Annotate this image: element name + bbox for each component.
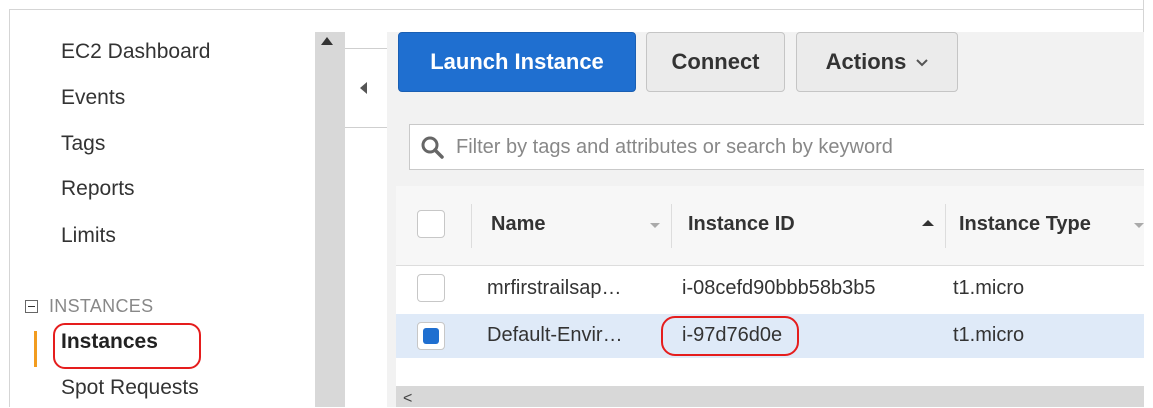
- table-horizontal-scrollbar[interactable]: <: [396, 386, 1144, 407]
- table-header: Name Instance ID Instance Type: [396, 186, 1144, 266]
- connect-label: Connect: [671, 49, 760, 74]
- window-border-top: [0, 0, 1153, 10]
- sidebar-item-spot-requests[interactable]: Spot Requests: [61, 376, 199, 400]
- chevron-left-icon[interactable]: <: [403, 390, 412, 408]
- select-all-checkbox[interactable]: [417, 210, 445, 238]
- sort-down-icon[interactable]: [650, 223, 660, 228]
- window-border-right: [1143, 0, 1153, 407]
- column-separator: [671, 204, 672, 248]
- annotation-highlight-instance-id: [661, 316, 799, 356]
- sidebar-nav: EC2 Dashboard Events Tags Reports Limits…: [10, 10, 315, 407]
- sidebar-item-limits[interactable]: Limits: [61, 224, 116, 248]
- cell-name: mrfirstrailsap…: [487, 277, 622, 299]
- column-separator: [471, 204, 472, 248]
- column-header-name[interactable]: Name: [491, 213, 545, 236]
- active-indicator: [34, 331, 37, 367]
- column-header-instance-id[interactable]: Instance ID: [688, 213, 795, 236]
- chevron-left-icon[interactable]: [360, 82, 367, 94]
- cell-instance-type: t1.micro: [953, 324, 1025, 346]
- sidebar-item-reports[interactable]: Reports: [61, 177, 135, 201]
- row-checkbox[interactable]: [417, 274, 445, 302]
- sidebar-item-tags[interactable]: Tags: [61, 132, 105, 156]
- instances-table: Name Instance ID Instance Type mrfirstra…: [396, 186, 1144, 407]
- sort-up-icon[interactable]: [922, 220, 934, 226]
- sidebar-item-ec2-dashboard[interactable]: EC2 Dashboard: [61, 40, 210, 64]
- chevron-down-icon: [916, 54, 929, 70]
- launch-instance-button[interactable]: Launch Instance: [398, 32, 636, 92]
- search-input[interactable]: [454, 134, 1098, 160]
- column-separator: [945, 204, 946, 248]
- window-border-left: [0, 9, 10, 407]
- row-checkbox-checked[interactable]: [417, 322, 445, 350]
- connect-button[interactable]: Connect: [646, 32, 785, 92]
- actions-label: Actions: [825, 49, 907, 74]
- cell-instance-id: i-08cefd90bbb58b3b5: [682, 277, 876, 299]
- sidebar-section-instances[interactable]: INSTANCES: [25, 296, 153, 317]
- actions-button[interactable]: Actions: [796, 32, 958, 92]
- chevron-up-icon[interactable]: [321, 37, 333, 45]
- search-bar[interactable]: [409, 124, 1144, 170]
- search-icon: [421, 136, 444, 159]
- collapse-minus-icon[interactable]: [25, 300, 38, 313]
- launch-instance-label: Launch Instance: [430, 49, 604, 74]
- cell-instance-type: t1.micro: [953, 277, 1025, 299]
- sidebar-scrollbar[interactable]: [315, 32, 345, 407]
- sidebar-section-label: INSTANCES: [49, 296, 154, 316]
- sidebar-item-events[interactable]: Events: [61, 86, 125, 110]
- sort-down-icon[interactable]: [1134, 223, 1144, 228]
- column-header-instance-type[interactable]: Instance Type: [959, 213, 1091, 236]
- cell-name: Default-Envir…: [487, 324, 623, 346]
- table-row[interactable]: mrfirstrailsap… i-08cefd90bbb58b3b5 t1.m…: [396, 267, 1144, 311]
- annotation-highlight-instances: [53, 323, 201, 369]
- sidebar-collapse-tab[interactable]: [345, 48, 388, 128]
